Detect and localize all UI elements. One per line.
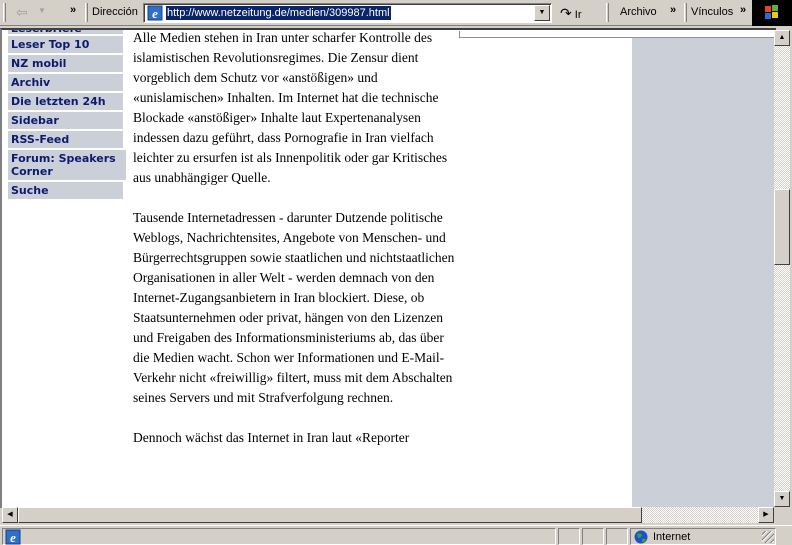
article-paragraph: Tausende Internetadressen - darunter Dut… [133, 210, 455, 405]
svg-text:e: e [10, 530, 16, 545]
scroll-right-button[interactable]: ▶ [758, 507, 774, 523]
security-zone: Internet [630, 528, 776, 545]
toolbar-grip[interactable] [3, 3, 6, 22]
menu-archivo[interactable]: Archivo [620, 6, 657, 18]
go-arrow-icon: ↷ [560, 5, 572, 21]
chevron-down-icon: ▼ [538, 9, 546, 16]
scrollbar-corner [774, 507, 792, 523]
browser-toolbar: ⇦ ▼ » Dirección e http://www.netzeitung.… [0, 0, 792, 26]
back-button[interactable]: ⇦ ▼ [12, 4, 52, 22]
toolbar-grip[interactable] [85, 3, 88, 22]
scroll-down-button[interactable]: ▼ [774, 491, 790, 507]
scroll-left-button[interactable]: ◀ [2, 507, 18, 523]
svg-text:e: e [152, 6, 158, 21]
nav-item-die-letzten-24h[interactable]: Die letzten 24h [8, 93, 123, 112]
toolbar-overflow-chevron[interactable]: » [70, 4, 76, 16]
links-overflow-chevron[interactable]: » [740, 4, 746, 16]
status-pane [558, 528, 580, 545]
nav-item-forum[interactable]: Forum: Speakers Corner [8, 150, 126, 182]
links-toolbar[interactable]: Vínculos [691, 6, 733, 18]
arrow-up-icon: ▲ [778, 34, 786, 41]
toolbar-grip[interactable] [606, 3, 609, 22]
nav-item-rss-feed[interactable]: RSS-Feed [8, 131, 123, 150]
article-paragraph: Alle Medien stehen in Iran unter scharfe… [133, 30, 448, 185]
address-bar[interactable]: e http://www.netzeitung.de/medien/309987… [143, 3, 552, 23]
nav-item-sidebar[interactable]: Sidebar [8, 112, 123, 131]
page-viewport: Leserbriefe Leser Top 10 NZ mobil Archiv… [0, 28, 776, 508]
url-input[interactable]: http://www.netzeitung.de/medien/309987.h… [166, 6, 391, 20]
go-label: Ir [574, 9, 582, 21]
status-pane [606, 528, 628, 545]
vertical-scroll-thumb[interactable] [774, 189, 790, 265]
windows-logo-icon [752, 0, 792, 26]
arrow-left-icon: ◀ [7, 511, 13, 518]
content-box-border [459, 31, 776, 38]
nav-item-leser-top-10[interactable]: Leser Top 10 [8, 36, 123, 55]
back-dropdown-icon[interactable]: ▼ [38, 6, 46, 15]
article-body: Alle Medien stehen in Iran unter scharfe… [133, 30, 463, 468]
globe-icon [634, 530, 648, 544]
scroll-up-button[interactable]: ▲ [774, 30, 790, 46]
ie-page-icon: e [147, 5, 163, 21]
status-bar: e Internet [0, 525, 792, 545]
horizontal-scrollbar[interactable]: ◀ ▶ [2, 507, 774, 523]
status-pane [582, 528, 604, 545]
horizontal-scroll-thumb[interactable] [18, 507, 642, 523]
ie-page-icon: e [5, 529, 21, 545]
zone-label: Internet [653, 531, 691, 543]
address-dropdown-button[interactable]: ▼ [534, 5, 550, 21]
article-paragraph: Dennoch wächst das Internet in Iran laut… [133, 430, 410, 445]
nav-item-suche[interactable]: Suche [8, 182, 123, 201]
resize-grip[interactable] [762, 531, 774, 543]
right-column [632, 38, 776, 508]
status-text-pane: e [2, 528, 556, 545]
back-arrow-icon: ⇦ [16, 4, 28, 20]
nav-item-archiv[interactable]: Archiv [8, 74, 123, 93]
arrow-right-icon: ▶ [763, 511, 769, 518]
address-label: Dirección [92, 6, 138, 18]
toolbar-grip[interactable] [684, 3, 687, 22]
menu-overflow-chevron[interactable]: » [670, 4, 676, 16]
vertical-scrollbar[interactable]: ▲ ▼ [774, 30, 790, 507]
nav-sidebar: Leserbriefe Leser Top 10 NZ mobil Archiv… [8, 30, 126, 201]
nav-item-nz-mobil[interactable]: NZ mobil [8, 55, 123, 74]
go-button[interactable]: ↷ Ir [560, 5, 582, 22]
arrow-down-icon: ▼ [778, 495, 786, 502]
